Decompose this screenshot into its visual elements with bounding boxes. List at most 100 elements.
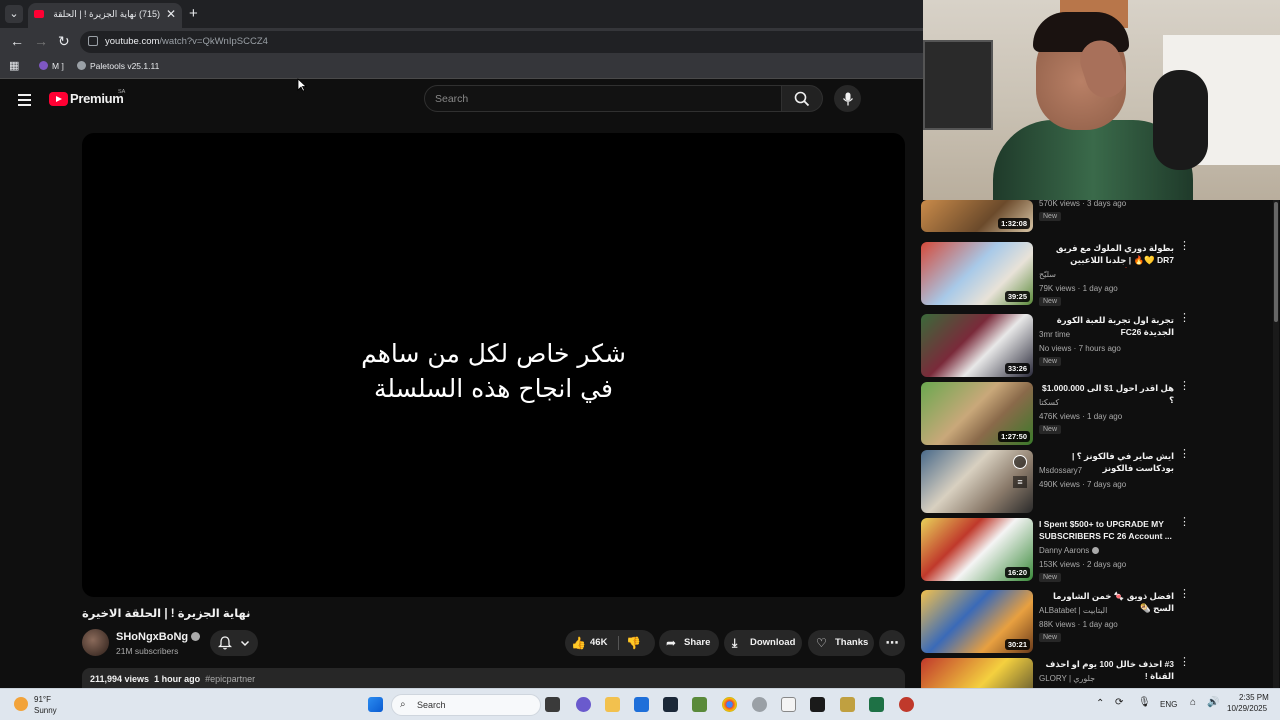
channel-name[interactable]: كسكتا: [1039, 398, 1059, 407]
bookmark-item[interactable]: M ]: [39, 61, 64, 71]
duration-badge: 16:20: [1004, 567, 1030, 578]
address-bar[interactable]: youtube.com/watch?v=QkWnIpSCCZ4: [80, 31, 923, 53]
file-explorer-icon[interactable]: [605, 697, 620, 712]
menu-icon[interactable]: [18, 94, 31, 109]
more-vert-icon[interactable]: ⋮: [1179, 241, 1190, 252]
chevron-up-icon[interactable]: ⌃: [1096, 698, 1104, 709]
more-vert-icon[interactable]: ⋮: [1179, 657, 1190, 668]
more-vert-icon[interactable]: ⋮: [1179, 517, 1190, 528]
url-text[interactable]: youtube.com/watch?v=QkWnIpSCCZ4: [105, 36, 268, 47]
sync-icon[interactable]: ⟳: [1115, 697, 1123, 708]
more-vert-icon[interactable]: ⋮: [1179, 449, 1190, 460]
search-button[interactable]: [782, 85, 823, 112]
channel-name[interactable]: Msdossary7: [1039, 466, 1082, 475]
microphone-icon[interactable]: 🎙: [1138, 697, 1151, 708]
channel-name[interactable]: ALBatabet | البتابيت: [1039, 606, 1107, 615]
search-input[interactable]: Search: [424, 85, 782, 112]
reload-icon[interactable]: ↻: [58, 33, 70, 50]
video-thumbnail[interactable]: 30:21: [921, 590, 1033, 653]
thanks-label: Thanks: [835, 637, 869, 648]
bell-icon: [218, 636, 232, 650]
duration-badge: 1:32:08: [998, 218, 1030, 229]
more-vert-icon[interactable]: ⋮: [1179, 589, 1190, 600]
back-arrow-icon[interactable]: ←: [10, 33, 24, 49]
youtube-brand[interactable]: Premium: [70, 91, 124, 106]
video-thumbnail[interactable]: 1:32:08: [921, 200, 1033, 232]
tab-search-menu-icon[interactable]: ⌄: [5, 5, 23, 23]
apps-grid-icon[interactable]: ▦: [9, 59, 19, 72]
chevron-down-icon: [240, 640, 250, 647]
network-icon[interactable]: ⌂: [1190, 697, 1196, 708]
thanks-button[interactable]: ♡ Thanks: [808, 630, 874, 656]
app-icon[interactable]: [899, 697, 914, 712]
search-placeholder: Search: [435, 93, 469, 105]
recommendation-item[interactable]: 39:25 بطولة دوري الملوك مع فريق DR7 💛🔥 |…: [921, 241, 1191, 306]
recommendation-item[interactable]: 33:26 تجربة اول تجربة للعبة الكورة الجدي…: [921, 313, 1191, 378]
nvidia-icon[interactable]: [810, 697, 825, 712]
settings-icon[interactable]: [752, 697, 767, 712]
task-view-icon[interactable]: [545, 697, 560, 712]
hashtag-link[interactable]: #epicpartner: [205, 674, 255, 684]
recommendation-item[interactable]: #3 احذف خالل 100 يوم او احذف القناة ! GL…: [921, 657, 1191, 688]
sidebar-scrollbar[interactable]: [1273, 200, 1279, 688]
clock-date[interactable]: 10/29/2025: [1227, 704, 1267, 713]
steam-icon[interactable]: [663, 697, 678, 712]
notepad-icon[interactable]: [781, 697, 796, 712]
more-vert-icon[interactable]: ⋮: [1179, 313, 1190, 324]
browser-tab[interactable]: (715) نهاية الجزيرة ! | الحلقة الاخيرة ✕: [28, 3, 182, 28]
new-tab-icon[interactable]: +: [189, 5, 198, 22]
description-box[interactable]: 211,994 views 1 hour ago #epicpartner: [82, 668, 905, 690]
add-to-queue-icon[interactable]: ≡: [1013, 476, 1027, 488]
subscribed-bell-button[interactable]: [210, 630, 258, 656]
download-button[interactable]: ⤓ Download: [724, 630, 802, 656]
minecraft-icon[interactable]: [692, 697, 707, 712]
video-stats: 211,994 views 1 hour ago #epicpartner: [90, 674, 256, 684]
more-actions-button[interactable]: ⋯: [879, 630, 905, 656]
recommendation-item[interactable]: ≡ ايش صاير في فالكونز ؟ | بودكاست فالكون…: [921, 449, 1191, 514]
video-thumbnail[interactable]: 39:25: [921, 242, 1033, 305]
video-player[interactable]: شكر خاص لكل من ساهم في انجاح هذه السلسلة: [82, 133, 905, 597]
store-icon[interactable]: [634, 697, 649, 712]
language-indicator[interactable]: ENG: [1160, 700, 1177, 709]
watch-later-icon[interactable]: [1013, 455, 1027, 469]
video-title[interactable]: بطولة دوري الملوك مع فريق DR7 💛🔥 | جلدنا…: [1039, 242, 1174, 268]
share-button[interactable]: ➦ Share: [659, 630, 719, 656]
chrome-icon[interactable]: [722, 697, 737, 712]
clock-time[interactable]: 2:35 PM: [1239, 693, 1269, 702]
like-button[interactable]: 👍 46K: [565, 630, 616, 656]
video-title[interactable]: I Spent $500+ to UPGRADE MY SUBSCRIBERS …: [1039, 518, 1174, 542]
video-thumbnail[interactable]: [921, 658, 1033, 688]
voice-search-button[interactable]: [834, 85, 861, 112]
discord-icon[interactable]: [576, 697, 591, 712]
more-vert-icon[interactable]: ⋮: [1179, 381, 1190, 392]
video-thumbnail[interactable]: 33:26: [921, 314, 1033, 377]
windows-start-icon[interactable]: [368, 697, 383, 712]
video-thumbnail[interactable]: 1:27:50: [921, 382, 1033, 445]
app-icon[interactable]: [840, 697, 855, 712]
channel-name[interactable]: سليّح: [1039, 270, 1056, 279]
video-thumbnail[interactable]: ≡: [921, 450, 1033, 513]
channel-name[interactable]: 3mr time: [1039, 330, 1070, 339]
close-tab-icon[interactable]: ✕: [166, 7, 176, 21]
youtube-logo-icon[interactable]: [49, 92, 68, 106]
channel-name[interactable]: SHoNgxBoNg: [116, 631, 201, 643]
channel-avatar[interactable]: [82, 629, 109, 656]
recommendation-item[interactable]: 16:20 I Spent $500+ to UPGRADE MY SUBSCR…: [921, 517, 1191, 582]
bookmark-item[interactable]: Paletools v25.1.11: [77, 61, 159, 71]
recommendation-item[interactable]: 30:21 افضل ذويق 🍬 خمن الشاورما السح 🌯 AL…: [921, 589, 1191, 654]
channel-name[interactable]: Danny Aarons: [1039, 546, 1100, 555]
channel-name[interactable]: GLORY | جلوري: [1039, 674, 1095, 683]
taskbar-search[interactable]: ⌕ Search: [391, 694, 541, 716]
volume-icon[interactable]: 🔊: [1207, 697, 1219, 708]
scrollbar-thumb[interactable]: [1274, 202, 1278, 322]
dislike-button[interactable]: 👎: [621, 630, 655, 656]
recommendation-item[interactable]: 1:27:50 هل اقدر احول 1$ الى 1.000.000$ ؟…: [921, 381, 1191, 446]
excel-icon[interactable]: [869, 697, 884, 712]
like-count: 46K: [590, 637, 608, 648]
site-info-icon[interactable]: [88, 36, 98, 46]
forward-arrow-icon[interactable]: →: [34, 33, 48, 49]
weather-temp: 91°F: [34, 695, 51, 704]
download-label: Download: [750, 637, 796, 648]
video-thumbnail[interactable]: 16:20: [921, 518, 1033, 581]
video-title[interactable]: هل اقدر احول 1$ الى 1.000.000$ ؟: [1039, 382, 1174, 406]
